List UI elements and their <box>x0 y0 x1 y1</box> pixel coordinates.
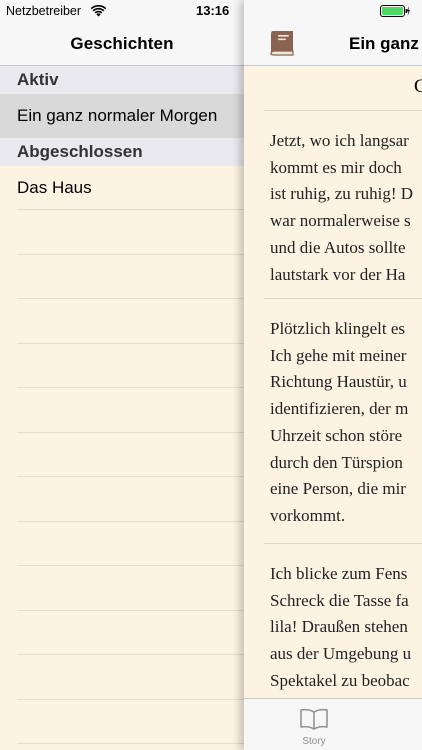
story-line: war normalerweise s <box>270 211 411 231</box>
list-item-label: Ein ganz normaler Morgen <box>17 106 218 125</box>
story-line: kommt es mir doch <box>270 157 402 177</box>
empty-row <box>0 388 244 433</box>
story-paragraph-3: Ich blicke zum Fens Schreck die Tasse fa… <box>270 561 422 695</box>
story-list: Aktiv Ein ganz normaler Morgen Abgeschlo… <box>0 66 244 744</box>
tab-story[interactable]: Story <box>296 699 332 750</box>
empty-row <box>0 477 244 522</box>
open-book-icon <box>300 708 328 730</box>
status-bar-right <box>244 0 422 22</box>
detail-pane: Ein ganz C Jetzt, wo ich langsar kommt e… <box>244 0 422 750</box>
story-line: vorkommt. <box>270 505 346 525</box>
story-line: eine Person, die mir <box>270 479 406 499</box>
story-line: Jetzt, wo ich langsar <box>270 131 409 150</box>
story-line: Schreck die Tasse fa <box>270 590 409 610</box>
empty-row <box>0 566 244 611</box>
story-line: Ich blicke zum Fens <box>270 564 408 583</box>
story-line: Uhrzeit schon störe <box>270 425 403 445</box>
status-time: 13:16 <box>196 3 230 18</box>
story-line: lautstark vor der Ha <box>270 264 406 284</box>
status-bar: Netzbetreiber 13:16 <box>0 0 244 22</box>
empty-row <box>0 433 244 478</box>
story-line: Ich gehe mit meiner <box>270 345 407 365</box>
divider <box>264 543 422 544</box>
empty-row <box>0 344 244 389</box>
empty-row <box>0 655 244 700</box>
master-title: Geschichten <box>70 33 174 53</box>
section-header-aktiv: Aktiv <box>0 66 244 94</box>
story-line: und die Autos sollte <box>270 237 406 257</box>
detail-navbar: Ein ganz <box>244 22 422 66</box>
wifi-icon <box>91 5 106 17</box>
story-paragraph-1: Jetzt, wo ich langsar kommt es mir doch … <box>270 128 422 288</box>
story-line: identifizieren, der m <box>270 399 409 419</box>
story-line: Plötzlich klingelt es <box>270 319 406 338</box>
empty-row <box>0 210 244 255</box>
empty-row <box>0 255 244 300</box>
tab-label: Story <box>302 736 326 747</box>
section-header-abgeschlossen: Abgeschlossen <box>0 138 244 166</box>
list-item-ein-ganz-normaler-morgen[interactable]: Ein ganz normaler Morgen <box>0 94 244 138</box>
story-line: durch den Türspion <box>270 452 403 472</box>
carrier-label: Netzbetreiber <box>6 4 82 18</box>
master-pane: Netzbetreiber 13:16 Geschichten Aktiv Ei… <box>0 0 244 750</box>
divider <box>264 298 422 299</box>
master-navbar: Geschichten <box>0 22 244 66</box>
story-content[interactable]: C Jetzt, wo ich langsar kommt es mir doc… <box>244 66 422 698</box>
story-line: ist ruhig, zu ruhig! D <box>270 184 414 204</box>
story-paragraph-2: Plötzlich klingelt es Ich gehe mit meine… <box>270 316 422 530</box>
story-line: lila! Draußen stehen <box>270 617 408 637</box>
story-line: aus der Umgebung u <box>270 644 412 664</box>
empty-row <box>0 299 244 344</box>
detail-title: Ein ganz <box>349 34 419 53</box>
list-item-das-haus[interactable]: Das Haus <box>0 166 244 210</box>
empty-row <box>0 700 244 745</box>
list-item-label: Das Haus <box>17 178 92 197</box>
tab-bar: Story <box>244 698 422 750</box>
book-icon[interactable] <box>266 29 296 57</box>
story-line: Richtung Haustür, u <box>270 372 407 392</box>
story-line: Spektakel zu beobac <box>270 670 410 690</box>
battery-icon <box>380 5 410 17</box>
divider <box>264 110 422 111</box>
empty-row <box>0 522 244 567</box>
story-heading: C <box>414 76 422 97</box>
empty-row <box>0 611 244 656</box>
